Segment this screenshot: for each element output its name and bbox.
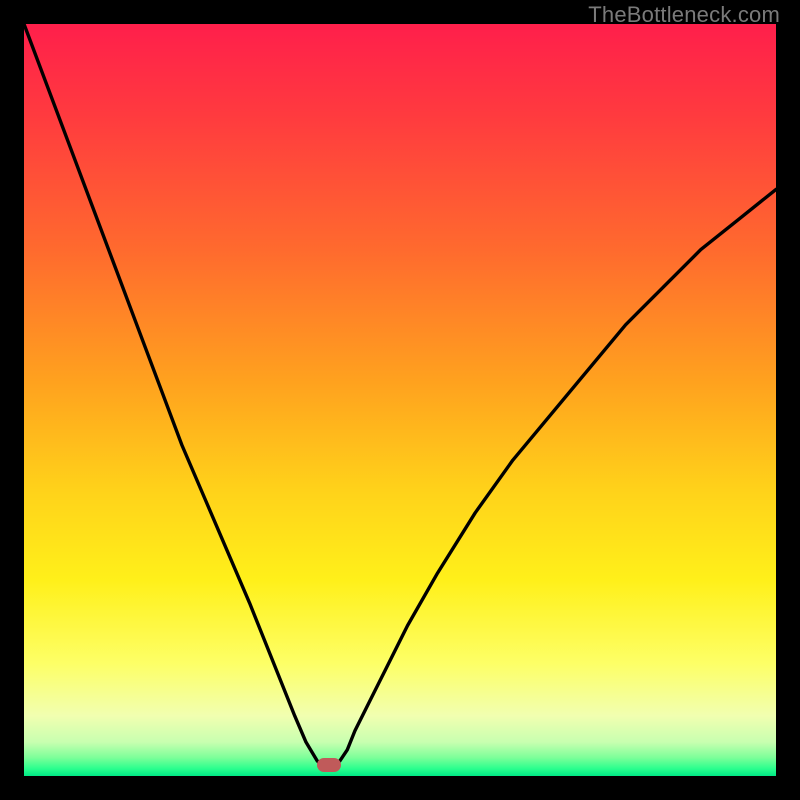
optimal-marker	[317, 758, 341, 772]
chart-frame: TheBottleneck.com	[0, 0, 800, 800]
plot-area	[24, 24, 776, 776]
bottleneck-curve	[24, 24, 776, 776]
watermark-text: TheBottleneck.com	[588, 2, 780, 28]
